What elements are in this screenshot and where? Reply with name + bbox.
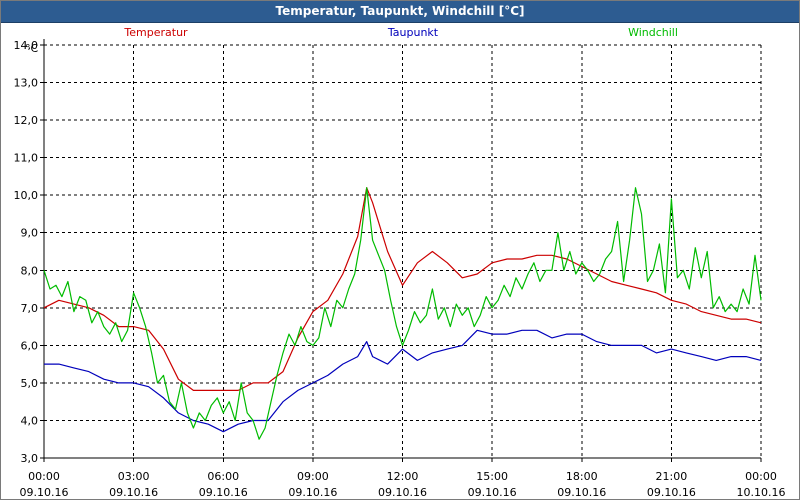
x-tick-date-label: 09.10.16 [199,486,248,499]
line-chart: 3,04,05,06,07,08,09,010,011,012,013,014,… [14,26,786,499]
x-tick-time-label: 06:00 [207,470,239,483]
x-tick-date-label: 09.10.16 [20,486,69,499]
x-tick-date-label: 09.10.16 [468,486,517,499]
y-tick-label: 12,0 [14,114,39,127]
legend: Temperatur Taupunkt Windchill [123,26,678,39]
tick-labels: 3,04,05,06,07,08,09,010,011,012,013,014,… [14,39,786,499]
y-tick-label: 13,0 [14,77,39,90]
y-tick-label: 9,0 [21,227,39,240]
legend-label-taupunkt: Taupunkt [387,26,439,39]
chart-window: Temperatur, Taupunkt, Windchill [°C] 3,0… [0,0,800,500]
x-tick-date-label: 10.10.16 [737,486,786,499]
y-tick-label: 3,0 [21,452,39,465]
y-tick-label: 6,0 [21,339,39,352]
x-tick-time-label: 12:00 [387,470,419,483]
x-tick-time-label: 00:00 [745,470,777,483]
x-tick-date-label: 09.10.16 [109,486,158,499]
x-tick-time-label: 09:00 [297,470,329,483]
y-tick-label: 11,0 [14,152,39,165]
x-tick-time-label: 18:00 [566,470,598,483]
axes [40,39,762,462]
y-tick-label: 10,0 [14,189,39,202]
grid [44,44,762,458]
y-tick-label: 7,0 [21,302,39,315]
x-tick-date-label: 09.10.16 [288,486,337,499]
x-tick-date-label: 09.10.16 [647,486,696,499]
x-tick-time-label: 03:00 [118,470,150,483]
y-tick-label: 4,0 [21,414,39,427]
x-tick-date-label: 09.10.16 [378,486,427,499]
legend-label-windchill: Windchill [628,26,678,39]
x-tick-time-label: 00:00 [28,470,60,483]
x-tick-time-label: 21:00 [656,470,688,483]
legend-label-temperatur: Temperatur [123,26,188,39]
y-axis-unit-label: °C [25,42,39,55]
y-tick-label: 5,0 [21,377,39,390]
x-tick-date-label: 09.10.16 [557,486,606,499]
y-tick-label: 8,0 [21,264,39,277]
x-tick-time-label: 15:00 [476,470,508,483]
